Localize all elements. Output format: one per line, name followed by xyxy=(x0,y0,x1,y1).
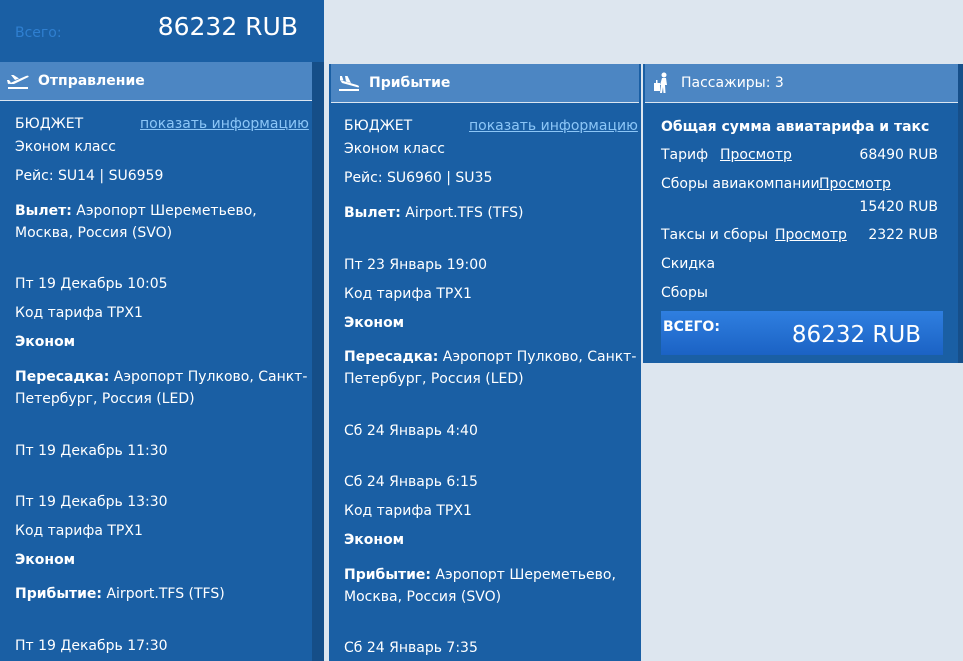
fare-value: 68490 RUB xyxy=(859,147,938,163)
arrival-place-line2: Москва, Россия (SVO) xyxy=(344,589,502,605)
departure-label: Вылет: xyxy=(344,205,401,221)
fare-view-link[interactable]: Просмотр xyxy=(720,147,792,163)
plane-landing-icon xyxy=(339,76,359,91)
cabin-class: Эконом класс xyxy=(15,139,116,155)
return-header: Прибытие xyxy=(331,64,639,103)
fare-code: Код тарифа TPX1 xyxy=(344,503,472,519)
fees-label: Сборы xyxy=(661,285,708,301)
departure-panel: Отправление БЮДЖЕТ показать информацию Э… xyxy=(0,62,312,661)
show-info-link[interactable]: показать информацию xyxy=(140,116,309,132)
passengers-panel: Пассажиры: 3 Общая сумма авиатарифа и та… xyxy=(643,64,960,363)
flight-numbers: Рейс: SU6960 | SU35 xyxy=(344,170,493,186)
taxes-value: 2322 RUB xyxy=(868,227,938,243)
fare-code: Код тарифа TPX1 xyxy=(344,286,472,302)
arrival-place-line1: Прибытие: Аэропорт Шереметьево, xyxy=(344,567,616,583)
discount-label: Скидка xyxy=(661,256,716,272)
arrival-place-line: Прибытие: Airport.TFS (TFS) xyxy=(15,586,225,602)
top-total-bar: Всего: 86232 RUB xyxy=(0,0,324,62)
transfer-place: Аэропорт Пулково, Санкт- xyxy=(113,369,308,385)
arrival-label: Прибытие: xyxy=(15,586,103,602)
cabin-name: Эконом xyxy=(344,315,405,331)
transfer-place: Аэропорт Пулково, Санкт- xyxy=(442,349,637,365)
transfer-label: Пересадка: xyxy=(15,369,110,385)
arrival-label: Прибытие: xyxy=(344,567,432,583)
fare-brand: БЮДЖЕТ xyxy=(344,118,413,134)
grand-total-value: 86232 RUB xyxy=(791,322,921,348)
arrival-time: Сб 24 Январь 7:35 xyxy=(344,640,478,656)
fare-code: Код тарифа TPX1 xyxy=(15,523,143,539)
departure-place-line1: Вылет: Аэропорт Шереметьево, xyxy=(15,203,257,219)
arrival-place: Аэропорт Шереметьево, xyxy=(435,567,616,583)
carrier-fees-label: Сборы авиакомпании xyxy=(661,176,820,192)
cabin-name: Эконом xyxy=(15,552,76,568)
return-header-title: Прибытие xyxy=(369,75,451,91)
column-divider xyxy=(312,62,324,661)
fare-brand: БЮДЖЕТ xyxy=(15,116,84,132)
grand-total-label: ВСЕГО: xyxy=(663,319,720,335)
flight-numbers: Рейс: SU14 | SU6959 xyxy=(15,168,164,184)
transfer-depart-time: Пт 19 Декабрь 13:30 xyxy=(15,494,168,510)
arrival-place: Airport.TFS (TFS) xyxy=(106,586,225,602)
grand-total-box: ВСЕГО: 86232 RUB xyxy=(661,311,943,355)
transfer-place-line2: Петербург, Россия (LED) xyxy=(15,391,195,407)
passengers-header-title: Пассажиры: 3 xyxy=(681,75,784,91)
carrier-fees-value: 15420 RUB xyxy=(859,199,938,215)
return-panel: Прибытие БЮДЖЕТ показать информацию Экон… xyxy=(329,64,641,661)
transfer-place-line2: Петербург, Россия (LED) xyxy=(344,371,524,387)
departure-label: Вылет: xyxy=(15,203,72,219)
cabin-name: Эконом xyxy=(344,532,405,548)
panel-edge xyxy=(958,64,963,363)
fare-label: Тариф xyxy=(661,147,709,163)
transfer-arrive-time: Пт 19 Декабрь 11:30 xyxy=(15,443,168,459)
cabin-name: Эконом xyxy=(15,334,76,350)
carrier-fees-view-link[interactable]: Просмотр xyxy=(819,176,891,192)
fare-code: Код тарифа TPX1 xyxy=(15,305,143,321)
departure-place-line2: Москва, Россия (SVO) xyxy=(15,225,173,241)
transfer-arrive-time: Сб 24 Январь 4:40 xyxy=(344,423,478,439)
passengers-header: Пассажиры: 3 xyxy=(645,64,958,103)
transfer-depart-time: Сб 24 Январь 6:15 xyxy=(344,474,478,490)
departure-place: Airport.TFS (TFS) xyxy=(405,205,524,221)
taxes-label: Таксы и сборы xyxy=(661,227,769,243)
transfer-place-line1: Пересадка: Аэропорт Пулково, Санкт- xyxy=(15,369,307,385)
transfer-label: Пересадка: xyxy=(344,349,439,365)
taxes-view-link[interactable]: Просмотр xyxy=(775,227,847,243)
show-info-link[interactable]: показать информацию xyxy=(469,118,638,134)
departure-header-title: Отправление xyxy=(38,73,145,89)
departure-header: Отправление xyxy=(0,62,312,101)
cabin-class: Эконом класс xyxy=(344,141,445,157)
top-total-value: 86232 RUB xyxy=(157,12,298,41)
departure-time: Пт 19 Декабрь 10:05 xyxy=(15,276,168,292)
traveler-luggage-icon xyxy=(654,72,667,93)
departure-place: Аэропорт Шереметьево, xyxy=(76,203,257,219)
transfer-place-line1: Пересадка: Аэропорт Пулково, Санкт- xyxy=(344,349,636,365)
price-section-title: Общая сумма авиатарифа и такс xyxy=(661,119,930,135)
departure-time: Пт 23 Январь 19:00 xyxy=(344,257,488,273)
plane-takeoff-icon xyxy=(7,75,29,89)
top-total-label: Всего: xyxy=(15,25,62,41)
departure-place-line: Вылет: Airport.TFS (TFS) xyxy=(344,205,523,221)
arrival-time: Пт 19 Декабрь 17:30 xyxy=(15,638,168,654)
